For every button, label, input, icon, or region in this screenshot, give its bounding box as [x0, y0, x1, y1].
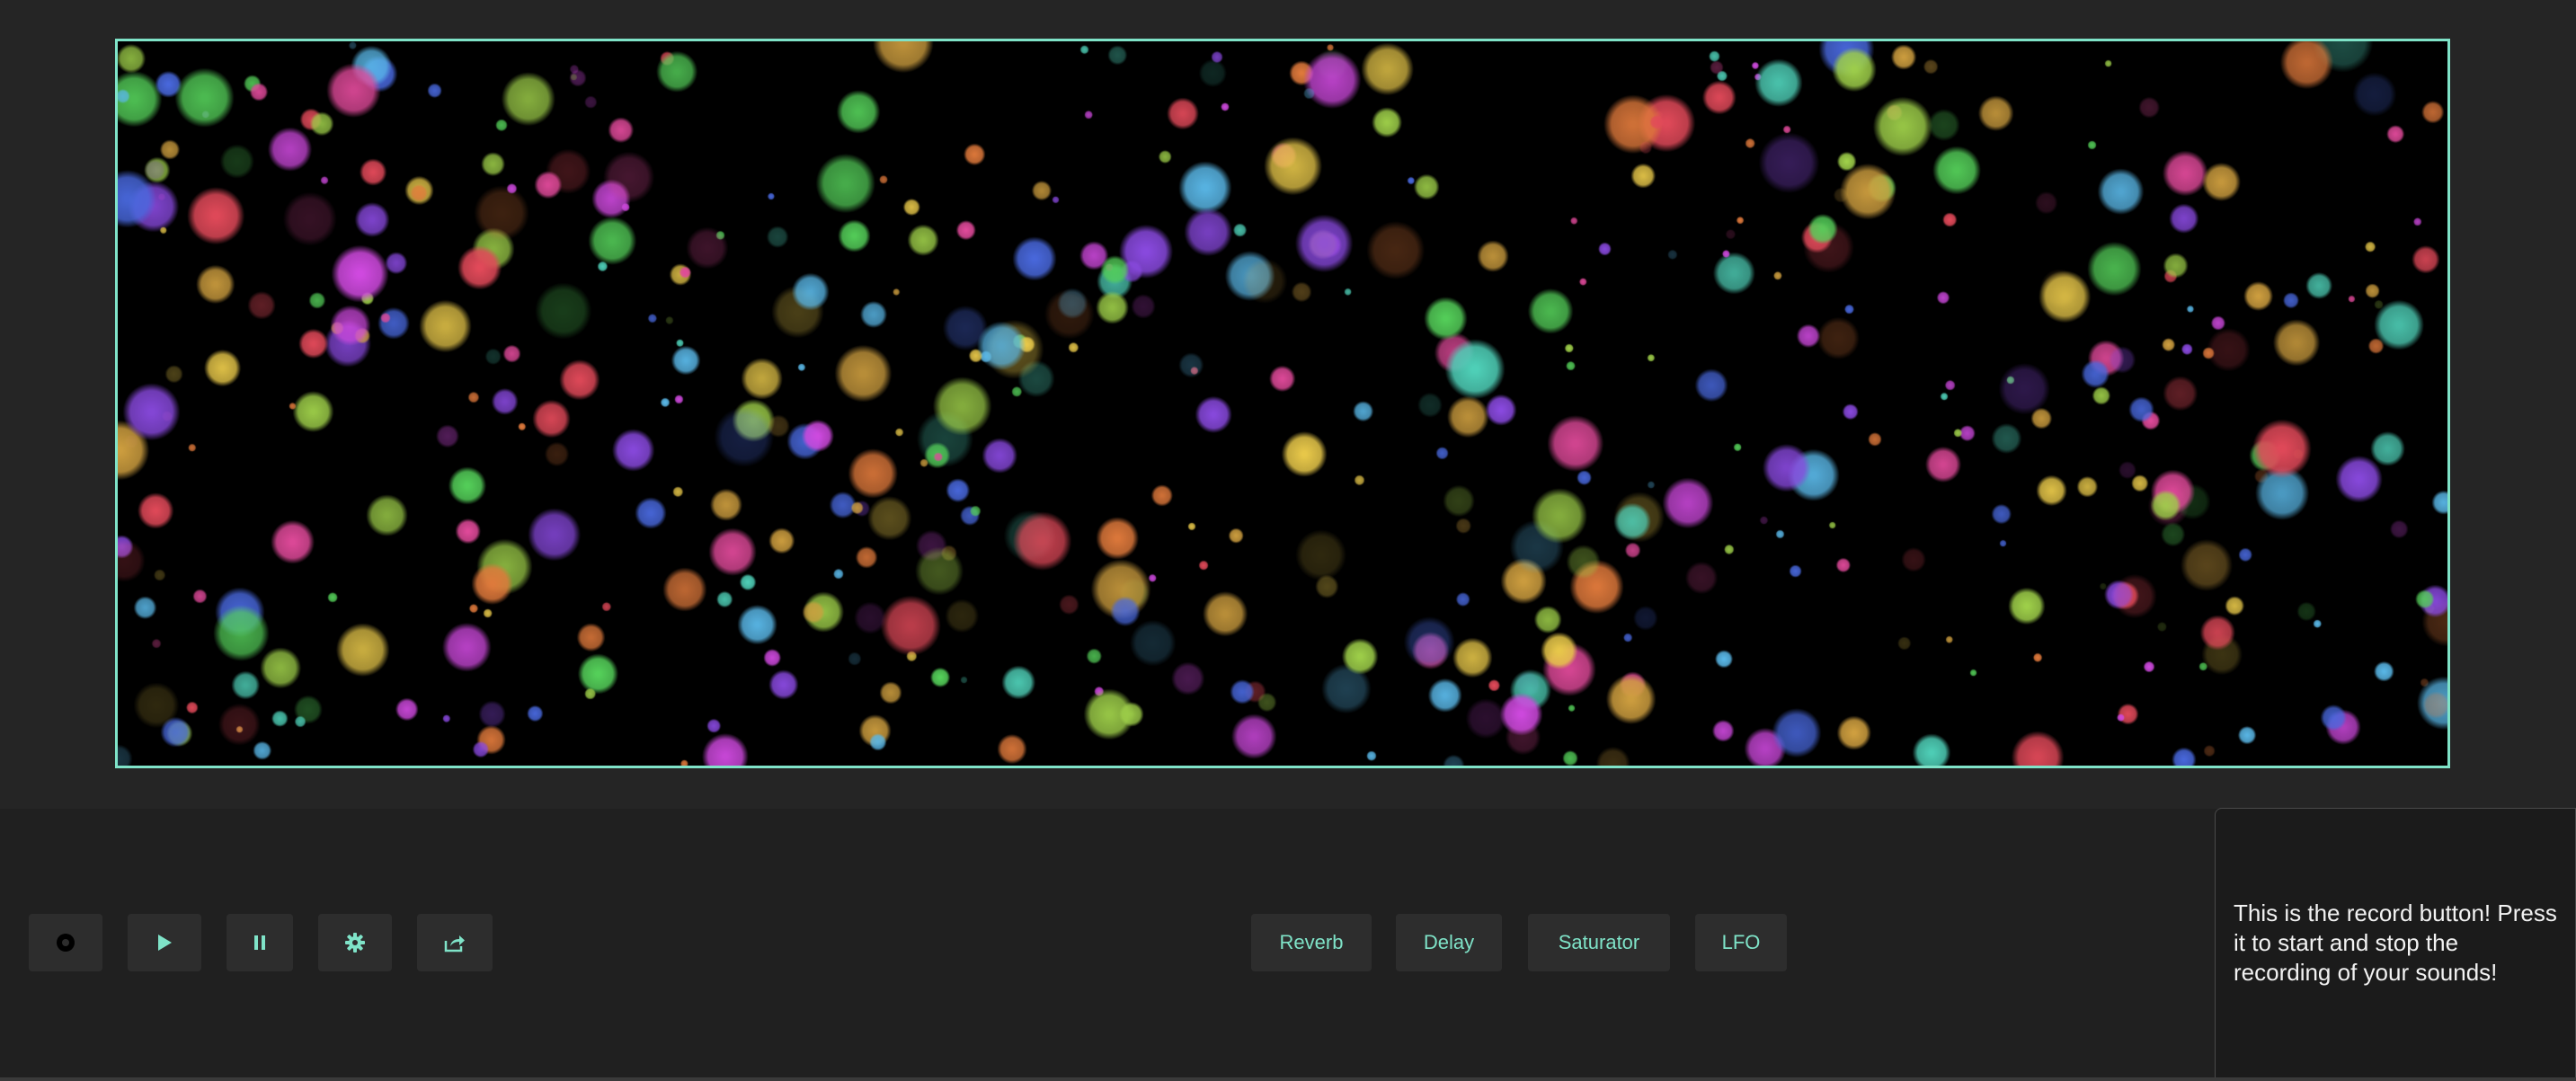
settings-button[interactable]: [318, 914, 392, 971]
tooltip-text: This is the record button! Press it to s…: [2234, 899, 2557, 986]
pause-icon: [252, 934, 268, 952]
app-root: Reverb Delay Saturator LFO This is the r…: [0, 0, 2576, 1081]
bubbles-visualizer[interactable]: [118, 41, 2447, 766]
play-button[interactable]: [128, 914, 201, 971]
saturator-button[interactable]: Saturator: [1528, 914, 1670, 971]
share-icon: [443, 932, 466, 953]
play-icon: [155, 933, 174, 953]
share-button[interactable]: [417, 914, 493, 971]
reverb-button[interactable]: Reverb: [1251, 914, 1372, 971]
delay-button[interactable]: Delay: [1396, 914, 1502, 971]
lfo-button[interactable]: LFO: [1695, 914, 1787, 971]
record-button[interactable]: [29, 914, 102, 971]
record-tooltip: This is the record button! Press it to s…: [2215, 808, 2576, 1078]
visualizer-canvas[interactable]: [115, 39, 2450, 768]
bottom-divider: [0, 1077, 2576, 1081]
record-icon: [55, 932, 76, 953]
gear-icon: [344, 932, 366, 953]
pause-button[interactable]: [227, 914, 293, 971]
